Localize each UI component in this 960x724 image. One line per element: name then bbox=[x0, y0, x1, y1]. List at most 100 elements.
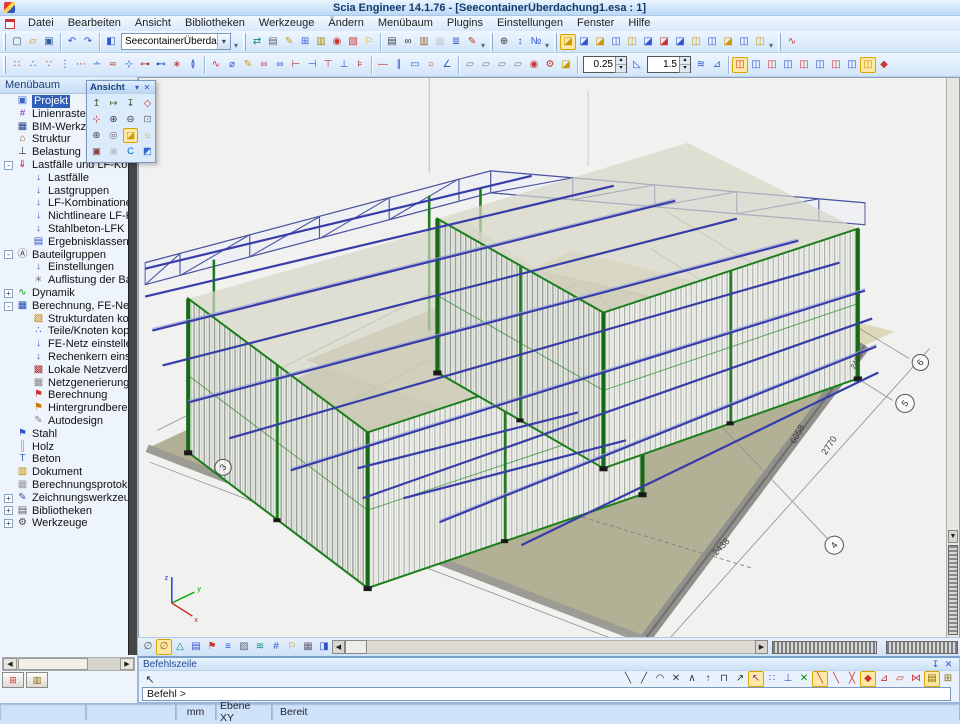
snap-table-icon[interactable]: ▤ bbox=[924, 671, 940, 687]
line-grid-spinner[interactable]: 1.5 ▴▾ bbox=[647, 56, 691, 73]
tree-expand-icon[interactable] bbox=[20, 186, 29, 195]
protractor-icon[interactable]: ⌀ bbox=[224, 57, 240, 73]
angle-icon[interactable]: ∠ bbox=[439, 57, 455, 73]
smoothing-icon[interactable]: ≋ bbox=[693, 57, 709, 73]
zoom-window-icon[interactable]: ⊡ bbox=[140, 112, 155, 127]
node-align-icon[interactable]: ⋮ bbox=[57, 57, 73, 73]
surface-waves-icon[interactable]: ≋ bbox=[252, 639, 268, 655]
snap-intersection-icon[interactable]: ✕ bbox=[668, 671, 684, 687]
viewport-vertical-scrollbar[interactable]: ▼ bbox=[946, 78, 959, 637]
camera-disabled-icon[interactable]: ▣ bbox=[106, 144, 121, 159]
tree-expand-icon[interactable]: + bbox=[4, 494, 13, 503]
paperspace-icon[interactable]: ⚐ bbox=[361, 34, 377, 50]
activity-layer-icon[interactable]: ◫ bbox=[608, 34, 624, 50]
tree-item-berechnung[interactable]: ⚑ Berechnung bbox=[0, 389, 128, 402]
view-z-icon[interactable]: ↥ bbox=[89, 96, 104, 111]
support-right-icon[interactable]: ⊣ bbox=[304, 57, 320, 73]
duplicate-icon[interactable]: ▱ bbox=[494, 57, 510, 73]
zoom-in-icon[interactable]: ⊕ bbox=[106, 112, 121, 127]
tree-item-stahl[interactable]: ⚑ Stahl bbox=[0, 428, 128, 441]
texture-icon[interactable]: ▨ bbox=[236, 639, 252, 655]
ansicht-palette[interactable]: Ansicht ▾ ✕ ↥↦↧◇⊹⊕⊖⊡⊛◎◪☼▣▣C◩ bbox=[86, 80, 156, 163]
redo-icon[interactable]: ↷ bbox=[80, 34, 96, 50]
snap-orthogonal-icon[interactable]: ↑ bbox=[700, 671, 716, 687]
toolbar-grip[interactable] bbox=[3, 33, 6, 51]
menu-menuebaum[interactable]: Menübaum bbox=[371, 16, 440, 31]
tree-expand-icon[interactable] bbox=[4, 468, 13, 477]
overflow-chevron[interactable]: ▾ bbox=[769, 41, 773, 50]
view-cube-icon[interactable]: ◩ bbox=[140, 144, 155, 159]
snap-midpoint-icon[interactable]: ∧ bbox=[684, 671, 700, 687]
table-results-icon[interactable]: ▦ bbox=[432, 34, 448, 50]
tree-expand-icon[interactable] bbox=[20, 327, 29, 336]
status-units[interactable]: mm bbox=[176, 704, 216, 720]
tree-expand-icon[interactable]: - bbox=[4, 161, 13, 170]
scroll-right-icon[interactable]: ▶ bbox=[120, 658, 134, 670]
tree-vertical-scrollbar[interactable] bbox=[128, 95, 137, 655]
refresh-project-icon[interactable]: ⇄ bbox=[249, 34, 265, 50]
tree-item-fe-netz[interactable]: ↓ FE-Netz einstellen bbox=[0, 338, 128, 351]
tree-item-einstellungen[interactable]: ↓ Einstellungen bbox=[0, 261, 128, 274]
command-input[interactable]: Befehl > bbox=[142, 687, 951, 701]
navigation-cross-icon[interactable]: ⊹ bbox=[89, 112, 104, 127]
tree-expand-icon[interactable] bbox=[20, 174, 29, 183]
snap-bowtie-icon[interactable]: ⋈ bbox=[908, 671, 924, 687]
menu-hilfe[interactable]: Hilfe bbox=[621, 16, 657, 31]
tree-item-auflistung[interactable]: ∗ Auflistung der Bauteilg bbox=[0, 274, 128, 287]
spinner-buttons[interactable]: ▴▾ bbox=[615, 57, 626, 73]
load-display-icon[interactable]: ◫ bbox=[860, 57, 876, 73]
snap-grid-icon[interactable]: ∷ bbox=[764, 671, 780, 687]
tree-expand-icon[interactable] bbox=[4, 135, 13, 144]
project-combo[interactable]: SeecontainerÜberda ▾ bbox=[121, 33, 231, 50]
dot-grid-spinner[interactable]: 0.25 ▴▾ bbox=[583, 56, 627, 73]
toolbar-grip[interactable] bbox=[490, 33, 493, 51]
tree-expand-icon[interactable] bbox=[20, 391, 29, 400]
modify-tools-icon[interactable]: ⚙ bbox=[542, 57, 558, 73]
menu-fenster[interactable]: Fenster bbox=[570, 16, 621, 31]
tree-item-lastfaelle[interactable]: ↓ Lastfälle bbox=[0, 172, 128, 185]
rectangle-icon[interactable]: ▭ bbox=[407, 57, 423, 73]
tree-item-lastgruppen[interactable]: ↓ Lastgruppen bbox=[0, 185, 128, 198]
support-left-icon[interactable]: ⊢ bbox=[288, 57, 304, 73]
camera-icon[interactable]: ▣ bbox=[89, 144, 104, 159]
tree-item-stahlbeton-lfk[interactable]: ↓ Stahlbeton-LFK bbox=[0, 223, 128, 236]
model-flag-icon[interactable]: ⚑ bbox=[204, 639, 220, 655]
close-icon[interactable]: ✕ bbox=[142, 83, 152, 92]
tree-item-zeichnungswerkzeuge[interactable]: + ✎ Zeichnungswerkzeuge bbox=[0, 492, 128, 505]
tree-expand-icon[interactable]: + bbox=[4, 289, 13, 298]
tree-expand-icon[interactable] bbox=[4, 122, 13, 131]
tree-expand-icon[interactable]: - bbox=[4, 302, 13, 311]
menu-werkzeuge[interactable]: Werkzeuge bbox=[252, 16, 321, 31]
mirror-icon[interactable]: ▱ bbox=[510, 57, 526, 73]
tree-item-ergebnisklassen[interactable]: ▤ Ergebnisklassen bbox=[0, 236, 128, 249]
table-view-icon[interactable]: ▦ bbox=[300, 639, 316, 655]
menu-einstellungen[interactable]: Einstellungen bbox=[490, 16, 570, 31]
overflow-chevron[interactable]: ▾ bbox=[234, 41, 238, 50]
beam-divide-icon[interactable]: ∸ bbox=[89, 57, 105, 73]
support-bottom-icon[interactable]: ⊥ bbox=[336, 57, 352, 73]
pin-icon[interactable]: ↧ bbox=[929, 659, 942, 670]
activity-filter-icon[interactable]: ◪ bbox=[592, 34, 608, 50]
scrollbar-thumb[interactable] bbox=[18, 658, 88, 670]
snap-tangent-icon[interactable]: ⊓ bbox=[716, 671, 732, 687]
storeys-icon[interactable]: ↕ bbox=[512, 34, 528, 50]
activity-layer-icon[interactable]: ◫ bbox=[624, 34, 640, 50]
snap-endpoint-icon[interactable]: ╱ bbox=[636, 671, 652, 687]
overflow-chevron[interactable]: ▾ bbox=[545, 41, 549, 50]
snap-polar-icon[interactable]: ↗ bbox=[732, 671, 748, 687]
activity-selection-icon[interactable]: ◪ bbox=[640, 34, 656, 50]
tree-item-autodesign[interactable]: ✎ Autodesign bbox=[0, 415, 128, 428]
snap-arc-icon[interactable]: ◠ bbox=[652, 671, 668, 687]
tree-item-lf-kombinationen[interactable]: ↓ LF-Kombinationen bbox=[0, 197, 128, 210]
snap-line-icon[interactable]: ╲ bbox=[620, 671, 636, 687]
scrollbar-track[interactable] bbox=[367, 640, 755, 654]
tree-item-dokument[interactable]: ▥ Dokument bbox=[0, 466, 128, 479]
connect-members-icon[interactable]: ⊶ bbox=[137, 57, 153, 73]
load-display-icon[interactable]: ◫ bbox=[748, 57, 764, 73]
tree-expand-icon[interactable] bbox=[4, 442, 13, 451]
trim-icon[interactable]: ≬ bbox=[185, 57, 201, 73]
unlink-icon[interactable]: ∞ bbox=[272, 57, 288, 73]
open-folder-icon[interactable]: ◪ bbox=[558, 57, 574, 73]
viewport-canvas[interactable]: 3 4 5 6 bbox=[139, 78, 946, 637]
node-insert-icon[interactable]: ∴ bbox=[25, 57, 41, 73]
